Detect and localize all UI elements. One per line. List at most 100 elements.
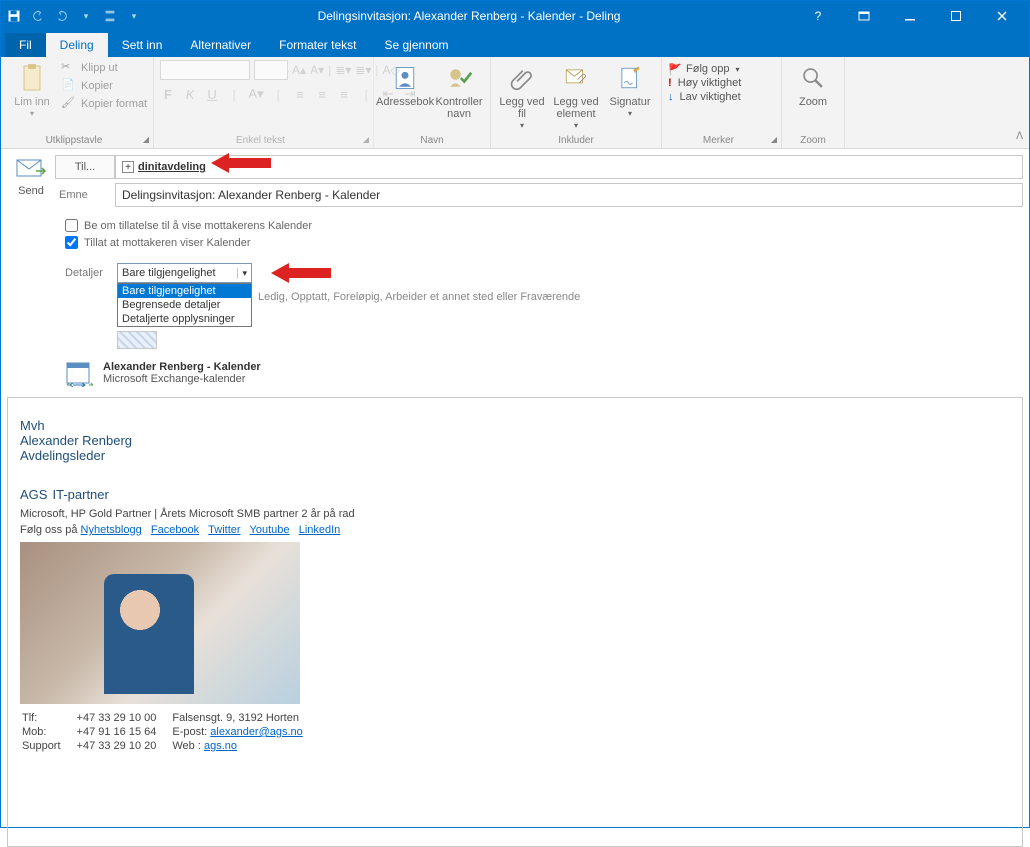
subject-label: Emne <box>55 189 115 201</box>
save-icon[interactable] <box>5 7 23 25</box>
ribbon-tabs: Fil Deling Sett inn Alternativer Formate… <box>1 31 1029 57</box>
group-utklippstavle-label: Utklippstavle <box>46 135 103 146</box>
link-facebook[interactable]: Facebook <box>151 524 199 536</box>
checkbox-request-view[interactable] <box>65 219 78 232</box>
decrease-font-icon[interactable]: A▾ <box>310 63 324 77</box>
minimize-icon[interactable] <box>887 1 933 31</box>
brush-icon: 🖌 <box>61 96 77 112</box>
opt-request-view[interactable]: Be om tillatelse til å vise mottakerens … <box>65 219 1023 232</box>
details-select[interactable]: Bare tilgjengelighet ▾ <box>117 263 252 283</box>
cut-button[interactable]: ✂Klipp ut <box>61 60 147 76</box>
dialog-launcher-icon[interactable]: ◢ <box>363 135 369 144</box>
align-right-icon[interactable]: ≡ <box>336 87 352 102</box>
underline-button[interactable]: U <box>204 87 220 102</box>
annotation-arrow-2 <box>271 261 331 285</box>
group-inkluder-label: Inkluder <box>497 133 655 146</box>
link-linkedin[interactable]: LinkedIn <box>299 524 341 536</box>
dialog-launcher-icon[interactable]: ◢ <box>771 135 777 144</box>
group-zoom-label: Zoom <box>788 133 838 146</box>
redo-icon[interactable] <box>53 7 71 25</box>
sig-company: AGS IT-partner <box>20 483 1010 504</box>
highlight-icon[interactable]: A▾ <box>248 86 264 102</box>
link-youtube[interactable]: Youtube <box>250 524 290 536</box>
attach-item-button[interactable]: Legg ved element▾ <box>551 60 601 131</box>
attach-file-button[interactable]: Legg ved fil▾ <box>497 60 547 131</box>
opt-allow-view[interactable]: Tillat at mottakeren viser Kalender <box>65 236 1023 249</box>
font-family-select[interactable] <box>160 60 250 80</box>
zoom-button[interactable]: Zoom <box>788 60 838 108</box>
ribbon: Lim inn▾ ✂Klipp ut 📄Kopier 🖌Kopier forma… <box>1 57 1029 149</box>
numbering-icon[interactable]: ≣▾ <box>355 63 371 77</box>
align-left-icon[interactable]: ≡ <box>292 87 308 102</box>
calendar-sub: Microsoft Exchange-kalender <box>103 373 245 385</box>
maximize-icon[interactable] <box>933 1 979 31</box>
calendar-name: Alexander Renberg - Kalender <box>103 361 261 373</box>
details-option[interactable]: Bare tilgjengelighet <box>118 284 251 298</box>
magnifier-icon <box>797 62 829 94</box>
paste-button[interactable]: Lim inn▾ <box>7 60 57 119</box>
bold-button[interactable]: F <box>160 87 176 102</box>
tab-deling[interactable]: Deling <box>46 33 108 57</box>
align-center-icon[interactable]: ≡ <box>314 87 330 102</box>
tab-segjennom[interactable]: Se gjennom <box>370 33 462 57</box>
contacts-table: Tlf:+47 33 29 10 00 Falsensgt. 9, 3192 H… <box>20 710 319 754</box>
signature-button[interactable]: Signatur▾ <box>605 60 655 119</box>
title-bar: ▾ ▾ Delingsinvitasjon: Alexander Renberg… <box>1 1 1029 31</box>
touch-mode-icon[interactable] <box>101 7 119 25</box>
group-utklippstavle: Lim inn▾ ✂Klipp ut 📄Kopier 🖌Kopier forma… <box>1 57 154 148</box>
indent-increase-icon[interactable]: ⇥ <box>402 86 418 102</box>
low-importance-button[interactable]: ↓Lav viktighet <box>668 90 741 104</box>
subject-field[interactable]: Delingsinvitasjon: Alexander Renberg - K… <box>115 183 1023 207</box>
format-painter-button[interactable]: 🖌Kopier format <box>61 96 147 112</box>
check-names-button[interactable]: Kontroller navn <box>434 60 484 120</box>
sig-mvh: Mvh <box>20 418 1010 433</box>
details-option[interactable]: Detaljerte opplysninger <box>118 312 251 326</box>
collapse-ribbon-icon[interactable]: ᐱ <box>1016 131 1023 142</box>
follow-up-button[interactable]: 🚩Følg opp ▾ <box>668 62 739 76</box>
details-hint: Ledig, Opptatt, Foreløpig, Arbeider et a… <box>258 291 580 303</box>
checkbox-allow-view[interactable] <box>65 236 78 249</box>
details-option[interactable]: Begrensede detaljer <box>118 298 251 312</box>
italic-button[interactable]: K <box>182 87 198 102</box>
close-icon[interactable] <box>979 1 1025 31</box>
signature-image <box>20 542 300 704</box>
copy-icon: 📄 <box>61 78 77 94</box>
details-dropdown: Bare tilgjengelighet Begrensede detaljer… <box>117 283 252 327</box>
qat-dropdown-icon[interactable]: ▾ <box>77 7 95 25</box>
paperclip-icon <box>506 62 538 94</box>
quick-access-toolbar: ▾ ▾ <box>5 7 143 25</box>
tab-settinn[interactable]: Sett inn <box>108 33 177 57</box>
ribbon-display-icon[interactable] <box>841 1 887 31</box>
increase-font-icon[interactable]: A▴ <box>292 63 306 77</box>
undo-icon[interactable] <box>29 7 47 25</box>
sig-role: Avdelingsleder <box>20 448 1010 463</box>
to-button[interactable]: Til... <box>55 155 115 179</box>
dialog-launcher-icon[interactable]: ◢ <box>143 135 149 144</box>
calendar-info: Alexander Renberg - Kalender Microsoft E… <box>1 349 1029 393</box>
send-button[interactable]: Send <box>18 185 44 197</box>
help-icon[interactable]: ? <box>795 1 841 31</box>
group-navn-label: Navn <box>380 133 484 146</box>
clear-format-icon[interactable]: A◇ <box>383 63 400 77</box>
bullets-icon[interactable]: ≣▾ <box>335 63 351 77</box>
tab-formater[interactable]: Formater tekst <box>265 33 370 57</box>
link-web[interactable]: ags.no <box>204 740 237 752</box>
font-size-select[interactable] <box>254 60 288 80</box>
group-merker-label: Merker <box>703 135 734 146</box>
indent-decrease-icon[interactable]: ⇤ <box>380 86 396 102</box>
qat-dropdown-2-icon[interactable]: ▾ <box>125 7 143 25</box>
mail-body[interactable]: Mvh Alexander Renberg Avdelingsleder AGS… <box>7 397 1023 847</box>
link-twitter[interactable]: Twitter <box>208 524 240 536</box>
copy-button[interactable]: 📄Kopier <box>61 78 147 94</box>
attach-item-icon <box>560 62 592 94</box>
availability-swatch <box>117 331 157 349</box>
high-importance-button[interactable]: !Høy viktighet <box>668 76 741 90</box>
recipient-chip[interactable]: dinitavdeling <box>138 161 206 173</box>
annotation-arrow-1 <box>211 151 271 175</box>
tab-alternativer[interactable]: Alternativer <box>176 33 265 57</box>
tab-fil[interactable]: Fil <box>5 33 46 57</box>
expand-recipient-icon[interactable]: + <box>122 161 134 173</box>
link-nyhetsblogg[interactable]: Nyhetsblogg <box>81 524 142 536</box>
window-title: Delingsinvitasjon: Alexander Renberg - K… <box>143 9 795 23</box>
link-email[interactable]: alexander@ags.no <box>210 726 303 738</box>
